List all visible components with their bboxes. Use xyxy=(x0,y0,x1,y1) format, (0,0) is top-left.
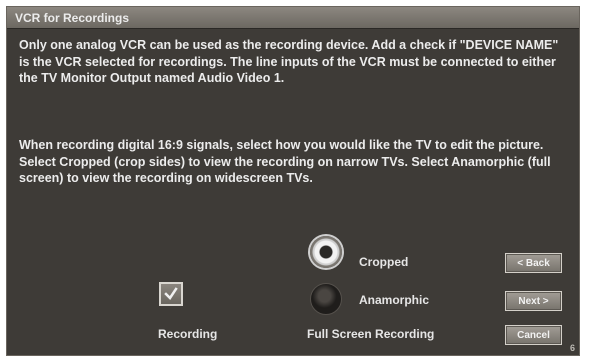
recording-label: Recording xyxy=(158,327,218,341)
recording-checkbox[interactable] xyxy=(159,282,183,306)
back-button[interactable]: < Back xyxy=(505,253,562,273)
dialog-title: VCR for Recordings xyxy=(15,10,130,25)
full-screen-recording-label: Full Screen Recording xyxy=(307,327,435,341)
cropped-label: Cropped xyxy=(359,255,409,269)
corner-page-mark: 6 xyxy=(569,343,575,353)
instructions-vcr: Only one analog VCR can be used as the r… xyxy=(19,38,559,85)
cancel-button[interactable]: Cancel xyxy=(505,325,562,345)
anamorphic-label: Anamorphic xyxy=(359,293,430,307)
checkmark-icon xyxy=(164,287,178,300)
screen: VCR for Recordings Only one analog VCR c… xyxy=(0,0,589,360)
cropped-radio[interactable] xyxy=(310,236,342,268)
next-button[interactable]: Next > xyxy=(505,291,562,311)
instructions-16-9: When recording digital 16:9 signals, sel… xyxy=(19,138,551,185)
vcr-dialog: VCR for Recordings Only one analog VCR c… xyxy=(6,6,580,356)
dialog-titlebar: VCR for Recordings xyxy=(7,7,579,29)
anamorphic-radio[interactable] xyxy=(310,283,342,315)
